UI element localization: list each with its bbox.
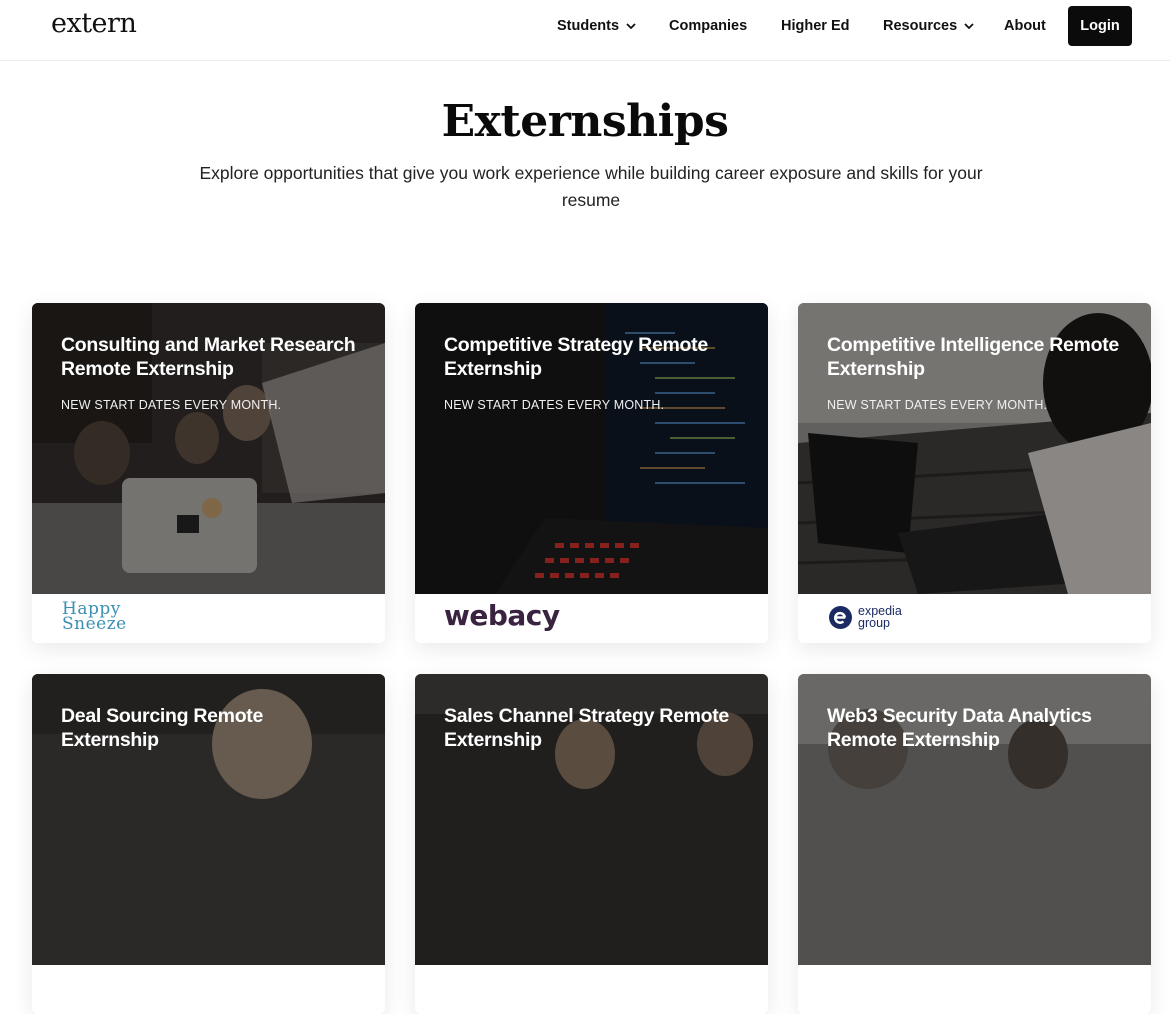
extern-logo[interactable]: extern bbox=[51, 8, 137, 39]
happy-sneeze-logo-word2: Sneeze bbox=[62, 614, 127, 634]
expedia-group-logo: expedia group bbox=[858, 605, 902, 630]
page-subtitle: Explore opportunities that give you work… bbox=[199, 163, 983, 210]
externship-card[interactable]: Consulting and Market Research Remote Ex… bbox=[32, 303, 385, 643]
externship-card[interactable]: Sales Channel Strategy Remote Externship bbox=[415, 674, 768, 1014]
expedia-icon bbox=[829, 606, 852, 629]
card-title: Competitive Strategy Remote Externship bbox=[444, 334, 708, 380]
externship-card[interactable]: Deal Sourcing Remote Externship bbox=[32, 674, 385, 1014]
externship-card[interactable]: Competitive Strategy Remote Externship N… bbox=[415, 303, 768, 643]
externship-card[interactable]: Web3 Security Data Analytics Remote Exte… bbox=[798, 674, 1151, 1014]
nav-resources[interactable]: Resources bbox=[883, 0, 974, 52]
chevron-down-icon bbox=[626, 23, 636, 30]
webacy-logo: webacy bbox=[444, 599, 560, 632]
card-title: Deal Sourcing Remote Externship bbox=[61, 705, 264, 751]
nav-students[interactable]: Students bbox=[557, 0, 636, 52]
nav-students-label: Students bbox=[557, 18, 620, 34]
card-title: Web3 Security Data Analytics Remote Exte… bbox=[827, 705, 1092, 751]
company-logo-area: Happy Sneeze bbox=[32, 594, 385, 643]
card-title: Consulting and Market Research Remote Ex… bbox=[61, 334, 356, 380]
company-logo-area: webacy bbox=[415, 594, 768, 643]
card-start-dates: NEW START DATES EVERY MONTH. bbox=[444, 398, 665, 412]
nav-higher-ed[interactable]: Higher Ed bbox=[781, 0, 849, 52]
company-logo-area: expedia group bbox=[798, 594, 1151, 643]
chevron-down-icon bbox=[964, 23, 974, 30]
login-button[interactable]: Login bbox=[1068, 6, 1132, 46]
card-start-dates: NEW START DATES EVERY MONTH. bbox=[827, 398, 1048, 412]
card-title: Sales Channel Strategy Remote Externship bbox=[444, 705, 729, 751]
site-header: extern Students Companies Higher Ed Reso… bbox=[0, 0, 1170, 61]
nav-about[interactable]: About bbox=[1004, 0, 1046, 52]
nav-resources-label: Resources bbox=[883, 18, 958, 34]
externship-card[interactable]: Competitive Intelligence Remote Externsh… bbox=[798, 303, 1151, 643]
expedia-logo-word2: group bbox=[858, 616, 890, 630]
card-start-dates: NEW START DATES EVERY MONTH. bbox=[61, 398, 282, 412]
happy-sneeze-logo: Happy Sneeze bbox=[62, 601, 127, 634]
page-title: Externships bbox=[441, 96, 729, 147]
nav-companies[interactable]: Companies bbox=[669, 0, 747, 52]
card-title: Competitive Intelligence Remote Externsh… bbox=[827, 334, 1119, 380]
